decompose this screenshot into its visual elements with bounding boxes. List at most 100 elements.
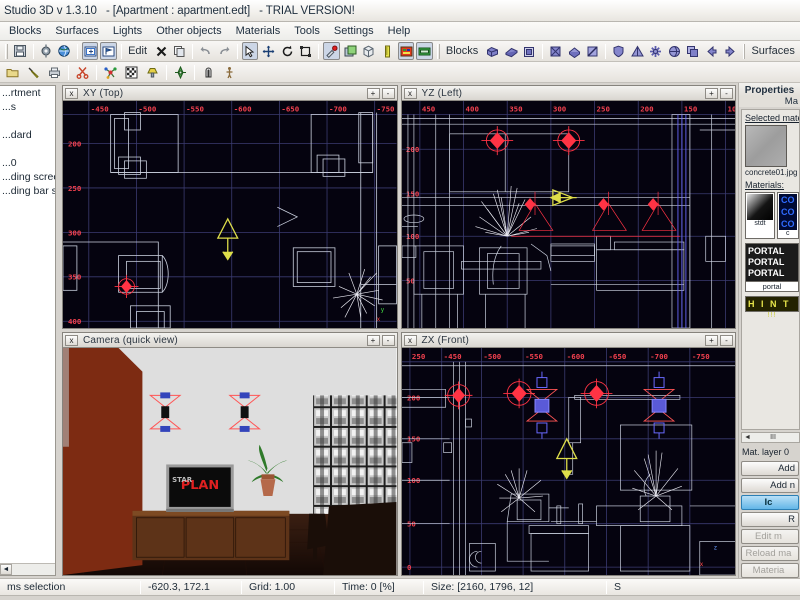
ruler-icon[interactable] [379,42,396,60]
scroll-left-arrow-icon[interactable]: ◄ [0,564,12,575]
viewport-canvas-yz-left[interactable]: 450400350 300250200 15010 200150100 50 [401,101,735,328]
tree-row[interactable]: ...s [0,100,55,114]
shield-icon[interactable] [610,42,627,60]
lamp-icon[interactable] [143,63,162,81]
tree-row[interactable]: ...dard [0,128,55,142]
block-cube-icon[interactable] [547,42,564,60]
block-slope-icon[interactable] [584,42,601,60]
scale-icon[interactable] [298,42,315,60]
magnet-icon[interactable] [199,63,218,81]
copy-icon[interactable] [172,42,189,60]
tree-row[interactable]: ...0 [0,156,55,170]
add-button[interactable]: Add [741,461,799,476]
reload-material-button[interactable]: Reload ma [741,546,799,561]
render-globe-icon[interactable] [56,42,73,60]
undo-icon[interactable] [197,42,214,60]
viewport-xy-top[interactable]: x XY (Top) + - -450 -500 -550 -600 -650 … [62,85,398,329]
scene-tree-panel[interactable]: ...rtment ...s ...dard ...0 ...ding scre… [0,85,56,576]
menu-item-tools[interactable]: Tools [287,23,327,39]
wireframe-icon[interactable] [360,42,377,60]
scissors-icon[interactable] [73,63,92,81]
viewport-maximize-button[interactable]: + [366,334,380,346]
move-icon[interactable] [260,42,277,60]
block-frame-icon[interactable] [522,42,539,60]
properties-hscrollbar[interactable]: ◄ III [741,432,800,443]
menu-item-help[interactable]: Help [381,23,418,39]
viewport-close-icon[interactable]: x [65,334,78,346]
flag-icon[interactable] [100,42,118,60]
select-box-icon[interactable] [81,42,99,60]
scroll-thumb[interactable]: III [768,434,778,441]
menu-item-lights[interactable]: Lights [106,23,149,39]
material-thumb-stdt[interactable]: stdt [745,192,775,239]
tree-row[interactable] [0,142,55,156]
replace-button[interactable]: R [741,512,799,527]
block-prism-icon[interactable] [566,42,583,60]
edit-material-button[interactable]: Edit m [741,529,799,544]
toolbar-grip-2[interactable] [437,43,440,59]
checker-icon[interactable] [122,63,141,81]
paint-icon[interactable] [323,42,340,60]
printer-icon[interactable] [45,63,64,81]
mat-layer-value[interactable]: 0 [784,447,789,457]
rotate-icon[interactable] [279,42,296,60]
viewport-yz-left[interactable]: x YZ (Left) + - 450 400 350 300 250 200 … [400,85,736,329]
wand-icon[interactable] [24,63,43,81]
clone-icon[interactable] [685,42,702,60]
materials-button[interactable]: Materia [741,563,799,578]
person-icon[interactable] [220,63,239,81]
menu-item-materials[interactable]: Materials [229,23,288,39]
arrow-right-icon[interactable] [722,42,739,60]
viewport-maximize-button[interactable]: + [366,87,380,99]
redo-icon[interactable] [216,42,233,60]
selected-material-swatch[interactable] [745,125,787,167]
align-icon[interactable] [416,42,433,60]
delete-x-icon[interactable] [153,42,170,60]
viewport-minimize-button[interactable]: - [381,87,395,99]
viewport-minimize-button[interactable]: - [720,334,733,346]
viewport-close-icon[interactable]: x [65,87,78,99]
viewport-camera[interactable]: x Camera (quick view) + - PLAN STAR [62,332,398,576]
block-wedge-icon[interactable] [503,42,520,60]
palette-icon[interactable] [397,42,415,60]
viewport-minimize-button[interactable]: - [381,334,395,346]
hint-material-group[interactable]: H I N T [745,296,799,312]
viewport-minimize-button[interactable]: - [720,87,733,99]
target-icon[interactable] [171,63,190,81]
menu-item-other-objects[interactable]: Other objects [149,23,228,39]
viewport-maximize-button[interactable]: + [705,87,718,99]
molecule-icon[interactable] [101,63,120,81]
viewport-close-icon[interactable]: x [403,334,417,346]
viewport-canvas-camera[interactable]: PLAN STAR [63,348,397,575]
add-new-button[interactable]: Add n [741,478,799,493]
settings-gear-icon[interactable] [38,42,55,60]
viewport-zx-front[interactable]: x ZX (Front) + - 250 -450 -500 -550 -600… [400,332,736,576]
toolbar-grip-3[interactable] [742,43,746,59]
pyramid-icon[interactable] [629,42,646,60]
viewport-canvas-zx-front[interactable]: 250 -450 -500 -550 -600 -650 -700 -750 200 150… [401,348,735,575]
star-icon[interactable] [647,42,664,60]
arrow-left-icon[interactable] [703,42,720,60]
open-icon[interactable] [3,63,22,81]
scene-tree-hscrollbar[interactable]: ◄ [0,563,55,575]
material-thumb-co[interactable]: CO CO CO c [777,192,799,239]
tree-row[interactable]: ...ding screen [0,170,55,184]
viewport-maximize-button[interactable]: + [705,334,718,346]
menu-item-settings[interactable]: Settings [327,23,381,39]
sphere-icon[interactable] [666,42,683,60]
tree-row[interactable]: ...ding bar scre [0,184,55,198]
tree-row[interactable]: ...rtment [0,86,55,100]
portal-material-group[interactable]: PORTAL PORTAL PORTAL [745,243,799,282]
block-box-icon[interactable] [484,42,501,60]
texture-icon[interactable] [342,42,359,60]
save-icon[interactable] [12,42,29,60]
toolbar-grip-1[interactable] [5,43,8,59]
tree-row[interactable] [0,114,55,128]
viewport-close-icon[interactable]: x [403,87,417,99]
identify-button[interactable]: Ic [741,495,799,510]
menu-item-surfaces[interactable]: Surfaces [48,23,105,39]
scroll-left-arrow-icon[interactable]: ◄ [742,434,753,441]
viewport-canvas-xy-top[interactable]: -450 -500 -550 -600 -650 -700 -750 200 250 300… [63,101,397,328]
pointer-icon[interactable] [241,42,259,60]
menu-item-blocks[interactable]: Blocks [2,23,48,39]
